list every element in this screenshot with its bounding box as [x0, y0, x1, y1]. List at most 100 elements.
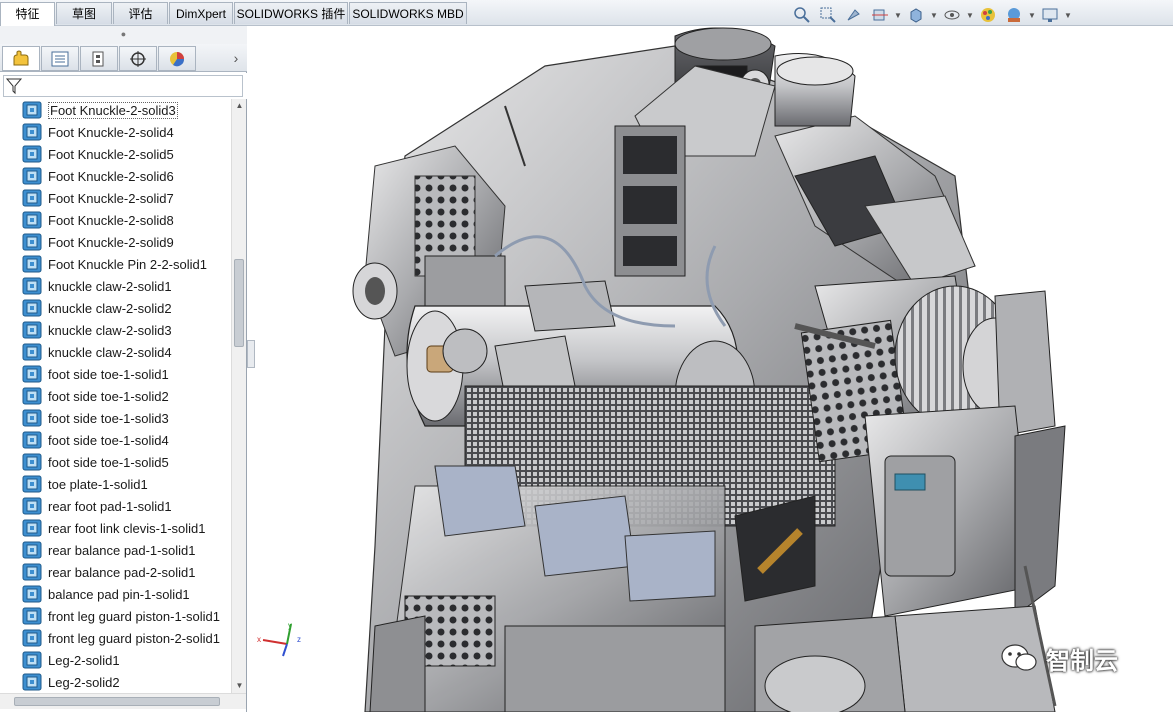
tree-item-label: knuckle claw-2-solid1 [48, 278, 172, 294]
tree-item[interactable]: Foot Knuckle-2-solid5 [22, 143, 174, 165]
tree-item[interactable]: Foot Knuckle-2-solid6 [22, 165, 174, 187]
tab-features[interactable]: 特征 [0, 2, 55, 26]
tree-item[interactable]: Leg-2-solid1 [22, 649, 120, 671]
tree-item-label: Foot Knuckle-2-solid5 [48, 146, 174, 162]
tree-item-label: Leg-2-solid2 [48, 674, 120, 690]
solid-body-icon [22, 673, 42, 691]
panel-splitter[interactable] [247, 340, 255, 368]
filter-input[interactable] [3, 75, 243, 97]
heads-up-view-toolbar: ▼ ▼ ▼ ▼ ▼ [790, 4, 1072, 26]
tab-evaluate[interactable]: 评估 [113, 2, 168, 24]
tree-item-label: knuckle claw-2-solid2 [48, 300, 172, 316]
solid-body-icon [22, 343, 42, 361]
tree-item[interactable]: Foot Knuckle Pin 2-2-solid1 [22, 253, 207, 275]
feature-manager-panel: ● › Foot Knuckle-2-solid3 Foot Knuckle-2-… [0, 26, 247, 712]
tree-item[interactable]: knuckle claw-2-solid3 [22, 319, 172, 341]
solid-body-icon [22, 255, 42, 273]
scroll-up-icon[interactable]: ▲ [232, 99, 247, 113]
tree-item[interactable]: Foot Knuckle-2-solid4 [22, 121, 174, 143]
tab-addins[interactable]: SOLIDWORKS 插件 [234, 2, 348, 24]
tree-item-label: foot side toe-1-solid4 [48, 432, 169, 448]
tree-item[interactable]: foot side toe-1-solid1 [22, 363, 169, 385]
tree-item[interactable]: balance pad pin-1-solid1 [22, 583, 190, 605]
solid-body-icon [22, 167, 42, 185]
tree-item[interactable]: rear foot pad-1-solid1 [22, 495, 172, 517]
chevron-down-icon[interactable]: ▼ [966, 5, 974, 25]
tree-item-label: knuckle claw-2-solid4 [48, 344, 172, 360]
edit-appearance-icon[interactable] [976, 5, 1000, 25]
solid-body-icon [22, 299, 42, 317]
display-style-icon[interactable] [940, 5, 964, 25]
previous-view-icon[interactable] [842, 5, 866, 25]
robot-model [352, 27, 1066, 712]
tree-item[interactable]: foot side toe-1-solid2 [22, 385, 169, 407]
tree-item-label: Foot Knuckle-2-solid8 [48, 212, 174, 228]
svg-text:z: z [297, 635, 301, 644]
section-view-icon[interactable] [868, 5, 892, 25]
tree-item-label: front leg guard piston-1-solid1 [48, 608, 220, 624]
tree-filter-row [0, 73, 247, 99]
dimxpert-manager-icon[interactable] [119, 46, 157, 71]
solid-body-icon [22, 321, 42, 339]
view-orientation-icon[interactable] [904, 5, 928, 25]
solid-body-icon [22, 475, 42, 493]
tab-sketch[interactable]: 草图 [56, 2, 112, 24]
tree-item[interactable]: Foot Knuckle-2-solid9 [22, 231, 174, 253]
configuration-manager-icon[interactable] [80, 46, 118, 71]
tree-item[interactable]: front leg guard piston-2-solid1 [22, 627, 220, 649]
tree-item[interactable]: Leg-2-solid2 [22, 671, 120, 693]
tab-dimxpert[interactable]: DimXpert [169, 2, 233, 24]
tree-item[interactable]: rear balance pad-2-solid1 [22, 561, 195, 583]
tree-item-label: knuckle claw-2-solid3 [48, 322, 172, 338]
solid-body-icon [22, 563, 42, 581]
tree-item[interactable]: foot side toe-1-solid5 [22, 451, 169, 473]
chevron-down-icon[interactable]: ▼ [1028, 5, 1036, 25]
tree-item[interactable]: knuckle claw-2-solid1 [22, 275, 172, 297]
tree-item-label: Foot Knuckle-2-solid3 [48, 101, 178, 119]
tree-item-label: Foot Knuckle-2-solid9 [48, 234, 174, 250]
solid-body-icon [22, 211, 42, 229]
view-settings-icon[interactable] [1038, 5, 1062, 25]
apply-scene-icon[interactable] [1002, 5, 1026, 25]
panel-grip[interactable]: ● [0, 26, 247, 44]
tree-item[interactable]: rear foot link clevis-1-solid1 [22, 517, 206, 539]
tree-item-label: Leg-2-solid1 [48, 652, 120, 668]
tree-item[interactable]: Foot Knuckle-2-solid8 [22, 209, 174, 231]
tree-vertical-scrollbar[interactable]: ▲ ▼ [231, 99, 246, 693]
tree-item[interactable]: knuckle claw-2-solid4 [22, 341, 172, 363]
tree-item[interactable]: foot side toe-1-solid4 [22, 429, 169, 451]
display-manager-icon[interactable] [158, 46, 196, 71]
zoom-area-icon[interactable] [816, 5, 840, 25]
property-manager-icon[interactable] [41, 46, 79, 71]
solid-body-icon [22, 629, 42, 647]
chevron-down-icon[interactable]: ▼ [1064, 5, 1072, 25]
tree-horizontal-scrollbar[interactable] [0, 693, 246, 709]
chevron-right-icon[interactable]: › [229, 48, 243, 68]
tree-item-label: toe plate-1-solid1 [48, 476, 148, 492]
tree-item[interactable]: toe plate-1-solid1 [22, 473, 148, 495]
coordinate-triad-icon: x y z [257, 621, 301, 657]
scroll-thumb[interactable] [234, 259, 244, 347]
tree-item[interactable]: rear balance pad-1-solid1 [22, 539, 195, 561]
feature-manager-icon[interactable] [2, 46, 40, 71]
tree-item-label: foot side toe-1-solid5 [48, 454, 169, 470]
scroll-thumb[interactable] [14, 697, 220, 706]
solidworks-window: 特征 草图 评估 DimXpert SOLIDWORKS 插件 SOLIDWOR… [0, 0, 1173, 712]
graphics-area[interactable] [255, 26, 1173, 712]
solid-body-icon [22, 101, 42, 119]
solid-body-icon [22, 233, 42, 251]
solid-body-icon [22, 431, 42, 449]
tree-item[interactable]: foot side toe-1-solid3 [22, 407, 169, 429]
zoom-to-fit-icon[interactable] [790, 5, 814, 25]
tree-item[interactable]: Foot Knuckle-2-solid7 [22, 187, 174, 209]
chevron-down-icon[interactable]: ▼ [894, 5, 902, 25]
command-manager-tabs: 特征 草图 评估 DimXpert SOLIDWORKS 插件 SOLIDWOR… [0, 0, 1173, 26]
tree-item[interactable]: knuckle claw-2-solid2 [22, 297, 172, 319]
chevron-down-icon[interactable]: ▼ [930, 5, 938, 25]
scroll-down-icon[interactable]: ▼ [232, 679, 247, 693]
tree-item[interactable]: Foot Knuckle-2-solid3 [22, 99, 178, 121]
tree-item[interactable]: front leg guard piston-1-solid1 [22, 605, 220, 627]
solid-body-icon [22, 365, 42, 383]
tab-mbd[interactable]: SOLIDWORKS MBD [349, 2, 467, 24]
solid-body-icon [22, 189, 42, 207]
